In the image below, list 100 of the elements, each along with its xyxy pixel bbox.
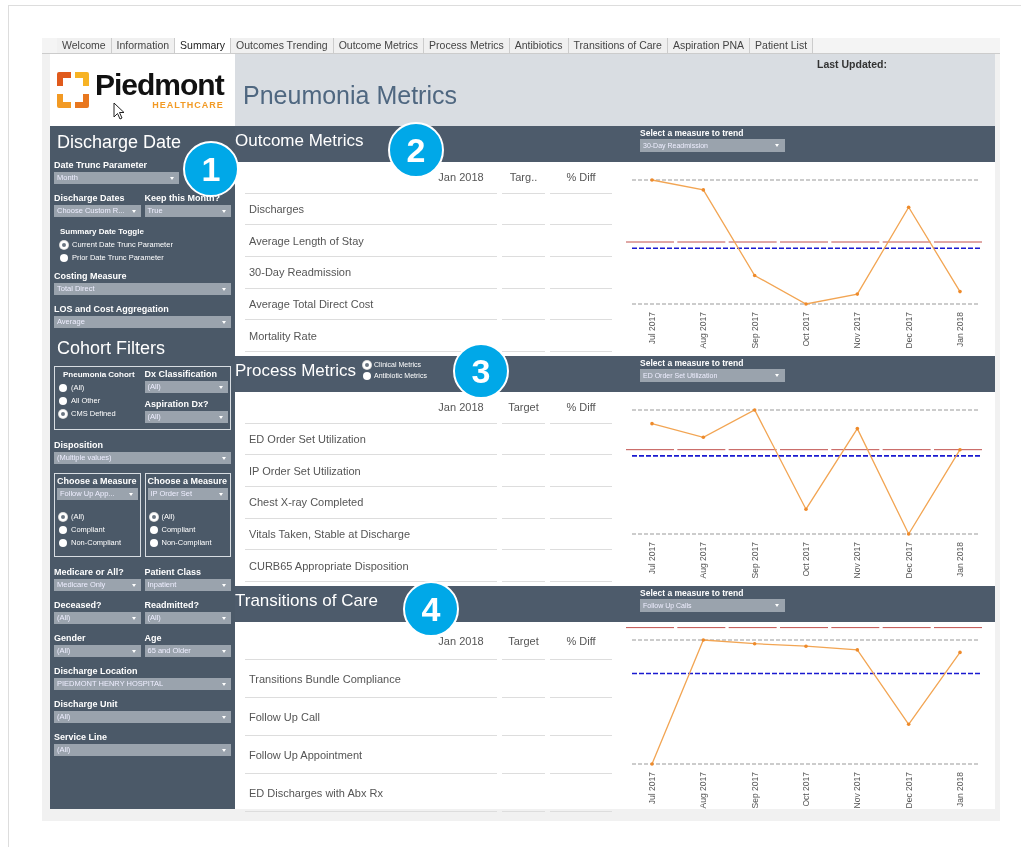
data-point	[906, 532, 911, 536]
caret-icon	[222, 321, 226, 324]
row-label: Average Length of Stay	[245, 225, 425, 257]
radio-button[interactable]	[60, 253, 68, 262]
radio-button[interactable]	[59, 383, 67, 392]
tab[interactable]: Aspiration PNA	[667, 38, 751, 53]
data-point	[701, 435, 706, 440]
tab[interactable]: Welcome	[57, 38, 112, 53]
caret-icon	[222, 210, 226, 213]
axis-label: Aug 2017	[698, 312, 709, 349]
data-point	[650, 421, 654, 426]
filter-label: Pneumonia Cohort	[63, 369, 136, 380]
logo-icon	[55, 70, 91, 110]
filter-label: Discharge Unit	[54, 699, 119, 710]
axis-label: Oct 2017	[801, 542, 811, 577]
dashboard-title: Pneumonia Metrics	[243, 81, 457, 110]
caret-icon	[219, 416, 223, 419]
filter-label: Date Trunc Parameter	[54, 160, 149, 171]
section-title: Process Metrics	[235, 361, 356, 381]
tab[interactable]: Outcome Metrics	[333, 38, 425, 53]
axis-label: Aug 2017	[698, 772, 709, 809]
data-point	[906, 205, 911, 210]
caret-icon	[222, 749, 226, 752]
radio-button[interactable]	[59, 525, 67, 534]
caret-icon	[131, 210, 136, 213]
caret-icon	[775, 144, 779, 147]
filter-label: Discharge Dates	[54, 193, 126, 204]
data-point	[752, 408, 757, 412]
axis-label: Nov 2017	[852, 542, 863, 579]
radio-button[interactable]	[60, 240, 68, 249]
row-label: Mortality Rate	[245, 320, 425, 352]
caret-icon	[131, 650, 136, 653]
row-label: Follow Up Call	[245, 698, 425, 736]
section-heading: Cohort Filters	[57, 338, 167, 358]
caret-icon	[219, 493, 223, 496]
row-label: 30-Day Readmission	[245, 257, 425, 289]
radio-button[interactable]	[149, 538, 158, 547]
radio-button[interactable]	[363, 371, 371, 380]
data-point	[804, 302, 808, 306]
row-label: IP Order Set Utilization	[245, 455, 425, 487]
data-point	[804, 507, 808, 511]
radio-button[interactable]	[149, 512, 158, 521]
column-header: % Diff	[550, 162, 612, 194]
filter-label: Costing Measure	[54, 271, 128, 282]
axis-label: Sep 2017	[749, 542, 760, 579]
axis-label: Oct 2017	[801, 772, 811, 807]
axis-label: Jul 2017	[647, 772, 657, 805]
radio-button[interactable]	[149, 525, 158, 534]
axis-label: Jul 2017	[647, 312, 657, 345]
axis-label: Sep 2017	[749, 772, 760, 809]
logo-tagline: HEALTHCARE	[152, 100, 224, 110]
tab[interactable]: Outcomes Trending	[231, 38, 334, 53]
filter-label: Aspiration Dx?	[144, 399, 210, 410]
section-heading: Discharge Date	[57, 132, 183, 152]
radio-button[interactable]	[59, 512, 67, 521]
tab[interactable]: Transitions of Care	[568, 38, 668, 53]
row-label: Discharges	[245, 193, 425, 226]
data-point	[855, 648, 860, 652]
axis-label: Jul 2017	[647, 542, 657, 575]
filter-label: Select a measure to trend	[640, 588, 745, 599]
column-header: Target	[502, 622, 545, 660]
column-header: Targ..	[502, 162, 545, 194]
logo-text: Piedmont	[95, 70, 224, 100]
radio-button[interactable]	[59, 396, 67, 405]
filter-label: Gender	[54, 633, 87, 644]
filter-label: Deceased?	[54, 600, 103, 611]
row-label: Chest X-ray Completed	[245, 487, 425, 519]
filter-label: Summary Date Toggle	[60, 226, 145, 237]
caret-icon	[222, 716, 226, 719]
data-point	[958, 447, 962, 452]
radio-button[interactable]	[59, 538, 67, 547]
data-point	[855, 426, 860, 431]
axis-label: Jan 2018	[955, 542, 965, 577]
tab[interactable]: Antibiotics	[509, 38, 569, 53]
row-label: Transitions Bundle Compliance	[245, 660, 425, 698]
caret-icon	[222, 288, 226, 291]
axis-label: Dec 2017	[903, 542, 914, 579]
row-label: ED Order Set Utilization	[245, 423, 425, 456]
tab[interactable]: Process Metrics	[424, 38, 510, 53]
filter-label: Disposition	[54, 440, 104, 451]
radio-button[interactable]	[59, 409, 67, 418]
data-point	[958, 289, 962, 294]
radio-button[interactable]	[363, 360, 371, 369]
section-title: Transitions of Care	[235, 591, 378, 611]
axis-label: Dec 2017	[903, 312, 914, 349]
axis-label: Jan 2018	[955, 772, 965, 807]
caret-icon	[131, 584, 136, 587]
filter-label: LOS and Cost Aggregation	[54, 304, 170, 315]
row-label: Follow Up Appointment	[245, 736, 425, 774]
data-point	[752, 641, 757, 646]
filter-label: Medicare or All?	[54, 567, 125, 578]
filter-label: Service Line	[54, 732, 109, 743]
filter-label: Choose a Measure	[147, 476, 228, 487]
tab[interactable]: Summary	[175, 38, 232, 53]
data-point	[650, 178, 654, 182]
axis-label: Sep 2017	[749, 312, 760, 349]
tab[interactable]: Information	[111, 38, 176, 53]
caret-icon	[219, 386, 223, 389]
tab[interactable]: Patient List	[750, 38, 814, 53]
filter-label: Patient Class	[144, 567, 203, 578]
